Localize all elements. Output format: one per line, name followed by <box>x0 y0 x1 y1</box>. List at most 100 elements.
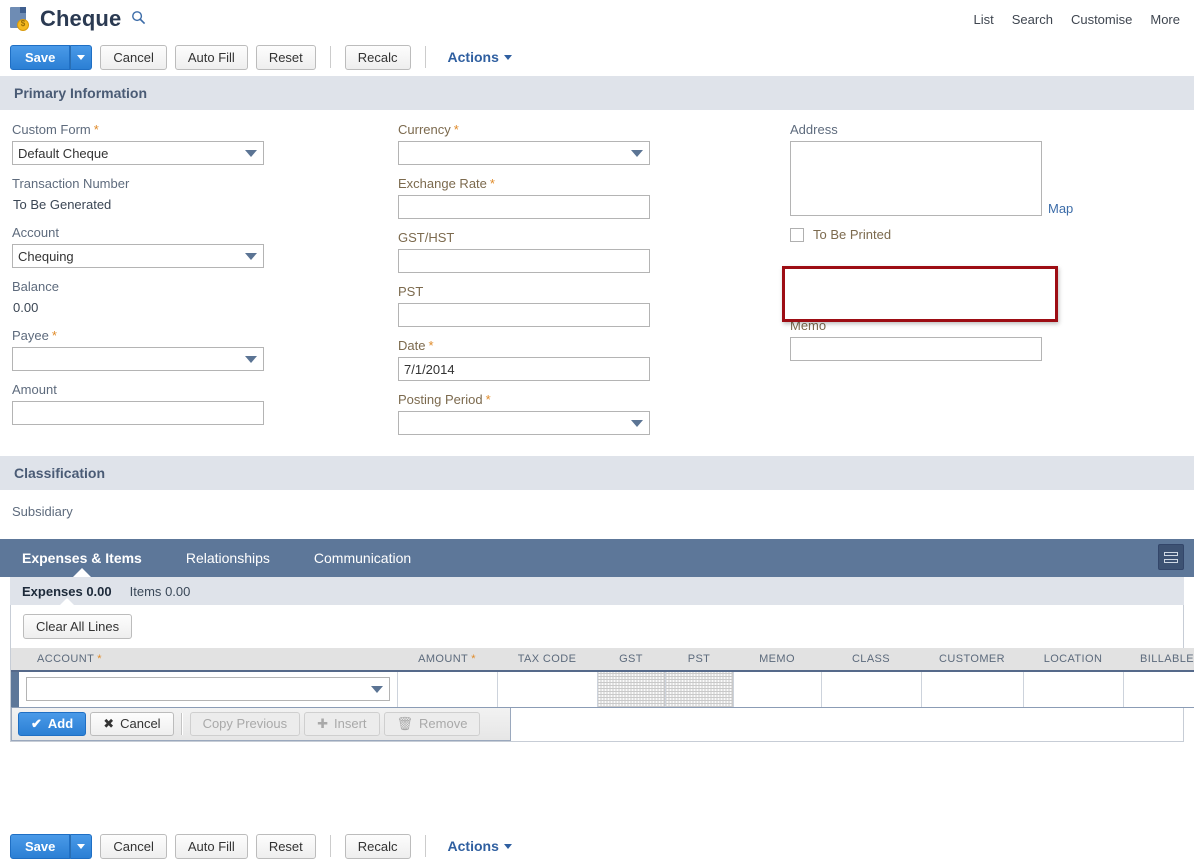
col-header-pst[interactable]: PST <box>665 648 733 672</box>
gst-hst-label: GST/HST <box>398 230 455 245</box>
exchange-rate-input[interactable] <box>398 195 650 219</box>
chevron-down-icon <box>503 54 512 60</box>
map-link[interactable]: Map <box>1048 201 1073 216</box>
line-insert-button: ✚ Insert <box>304 711 380 736</box>
subtab-items-amount: 0.00 <box>165 583 191 599</box>
pst-label: PST <box>398 284 424 299</box>
search-icon[interactable] <box>131 10 146 28</box>
col-header-billable[interactable]: BILLABLE <box>1123 648 1194 672</box>
actions-menu[interactable]: Actions <box>448 49 512 65</box>
primary-information-header: Primary Information <box>0 76 1194 110</box>
col-header-customer[interactable]: CUSTOMER <box>921 648 1023 672</box>
col-header-tax-code[interactable]: TAX CODE <box>497 648 597 672</box>
reset-button-bottom[interactable]: Reset <box>255 833 316 859</box>
cell-tax-code[interactable] <box>497 671 598 708</box>
cell-memo[interactable] <box>733 671 822 708</box>
list-view-icon[interactable] <box>1158 544 1184 570</box>
payee-select[interactable] <box>12 347 264 371</box>
primary-information-form: Custom Form* Transaction Number To Be Ge… <box>0 110 1194 456</box>
save-button-group: Save <box>10 44 93 70</box>
account-cell-select[interactable] <box>26 677 390 702</box>
currency-select[interactable] <box>398 141 650 165</box>
actions-menu-bottom[interactable]: Actions <box>448 838 512 854</box>
top-toolbar: Save Cancel Auto Fill Reset Recalc Actio… <box>0 38 1194 76</box>
save-dropdown-caret-icon[interactable] <box>70 44 93 70</box>
row-handle[interactable] <box>11 671 19 708</box>
save-button[interactable]: Save <box>10 44 71 70</box>
balance-label: Balance <box>12 279 59 294</box>
amount-input[interactable] <box>12 401 264 425</box>
auto-fill-button[interactable]: Auto Fill <box>174 44 248 70</box>
save-button-bottom[interactable]: Save <box>10 833 71 859</box>
memo-input[interactable] <box>790 337 1042 361</box>
subsidiary-label: Subsidiary <box>12 504 73 519</box>
to-be-printed-label: To Be Printed <box>813 227 892 242</box>
cell-class[interactable] <box>821 671 922 708</box>
actions-label-bottom: Actions <box>447 838 499 854</box>
cell-pst <box>665 671 734 708</box>
classification-header: Classification <box>0 456 1194 490</box>
cell-customer[interactable] <box>921 671 1024 708</box>
toolbar-divider-bottom-2 <box>424 835 426 857</box>
transaction-number-value: To Be Generated <box>13 197 112 212</box>
line-copy-previous-button: Copy Previous <box>189 711 301 736</box>
posting-period-select[interactable] <box>398 411 650 435</box>
line-add-button[interactable]: ✔ Add <box>18 711 87 736</box>
header-nav: List Search Customise More <box>974 12 1180 27</box>
nav-search[interactable]: Search <box>1012 12 1053 27</box>
clear-all-lines-row: Clear All Lines <box>11 605 1183 648</box>
col-header-account[interactable]: ACCOUNT * <box>19 648 397 672</box>
cancel-button-bottom[interactable]: Cancel <box>100 833 167 859</box>
required-asterisk: * <box>51 328 57 343</box>
cell-location[interactable] <box>1023 671 1124 708</box>
save-dropdown-caret-icon-bottom[interactable] <box>70 833 93 859</box>
gst-hst-input[interactable] <box>398 249 650 273</box>
required-asterisk: * <box>485 392 491 407</box>
tab-expenses-and-items[interactable]: Expenses & Items <box>0 539 164 577</box>
custom-form-select[interactable] <box>12 141 264 165</box>
chevron-down-icon <box>370 686 383 694</box>
line-button-divider <box>180 712 183 735</box>
main-tab-bar: Expenses & Items Relationships Communica… <box>0 539 1194 577</box>
cancel-button[interactable]: Cancel <box>100 44 167 70</box>
nav-list[interactable]: List <box>974 12 994 27</box>
col-header-class[interactable]: CLASS <box>821 648 921 672</box>
account-select[interactable] <box>12 244 264 268</box>
col-header-amount[interactable]: AMOUNT * <box>397 648 497 672</box>
toolbar-divider-bottom <box>329 835 331 857</box>
cell-amount[interactable] <box>397 671 498 708</box>
col-header-gst[interactable]: GST <box>597 648 665 672</box>
tab-relationships[interactable]: Relationships <box>164 539 292 577</box>
subtab-items[interactable]: Items 0.00 <box>130 584 191 599</box>
recalc-button[interactable]: Recalc <box>344 44 411 70</box>
cell-billable[interactable] <box>1123 671 1194 708</box>
sublist-body: Clear All Lines ACCOUNT * AMOUNT * TAX COD… <box>10 605 1194 742</box>
field-date: Date * <box>398 338 790 381</box>
recalc-button-bottom[interactable]: Recalc <box>344 833 411 859</box>
clear-all-lines-button[interactable]: Clear All Lines <box>23 614 133 639</box>
account-select-wrap <box>12 244 264 268</box>
reset-button[interactable]: Reset <box>255 44 316 70</box>
nav-customise[interactable]: Customise <box>1071 12 1132 27</box>
subtab-items-label: Items <box>129 583 162 599</box>
balance-value: 0.00 <box>13 300 39 315</box>
tab-communication[interactable]: Communication <box>292 539 433 577</box>
line-items-table: ACCOUNT * AMOUNT * TAX CODE GST PST MEMO C… <box>11 648 1194 708</box>
bottom-toolbar: Save Cancel Auto Fill Reset Recalc Actio… <box>0 827 1194 865</box>
required-asterisk: * <box>453 122 459 137</box>
nav-more[interactable]: More <box>1150 12 1180 27</box>
auto-fill-button-bottom[interactable]: Auto Fill <box>174 833 248 859</box>
to-be-printed-checkbox[interactable] <box>790 227 804 242</box>
field-to-be-printed[interactable]: To Be Printed <box>790 227 1073 242</box>
pst-input[interactable] <box>398 303 650 327</box>
address-textarea[interactable] <box>790 141 1042 216</box>
cell-account[interactable] <box>19 671 398 708</box>
date-input[interactable] <box>398 357 650 381</box>
trash-icon: 🗑 <box>396 715 414 731</box>
col-header-memo[interactable]: MEMO <box>733 648 821 672</box>
subtab-expenses[interactable]: Expenses 0.00 <box>22 584 112 605</box>
col-header-location[interactable]: LOCATION <box>1023 648 1123 672</box>
exchange-rate-label: Exchange Rate * <box>398 176 495 191</box>
line-cancel-button[interactable]: ✖ Cancel <box>90 711 174 736</box>
field-address: Address Map <box>790 122 1073 216</box>
